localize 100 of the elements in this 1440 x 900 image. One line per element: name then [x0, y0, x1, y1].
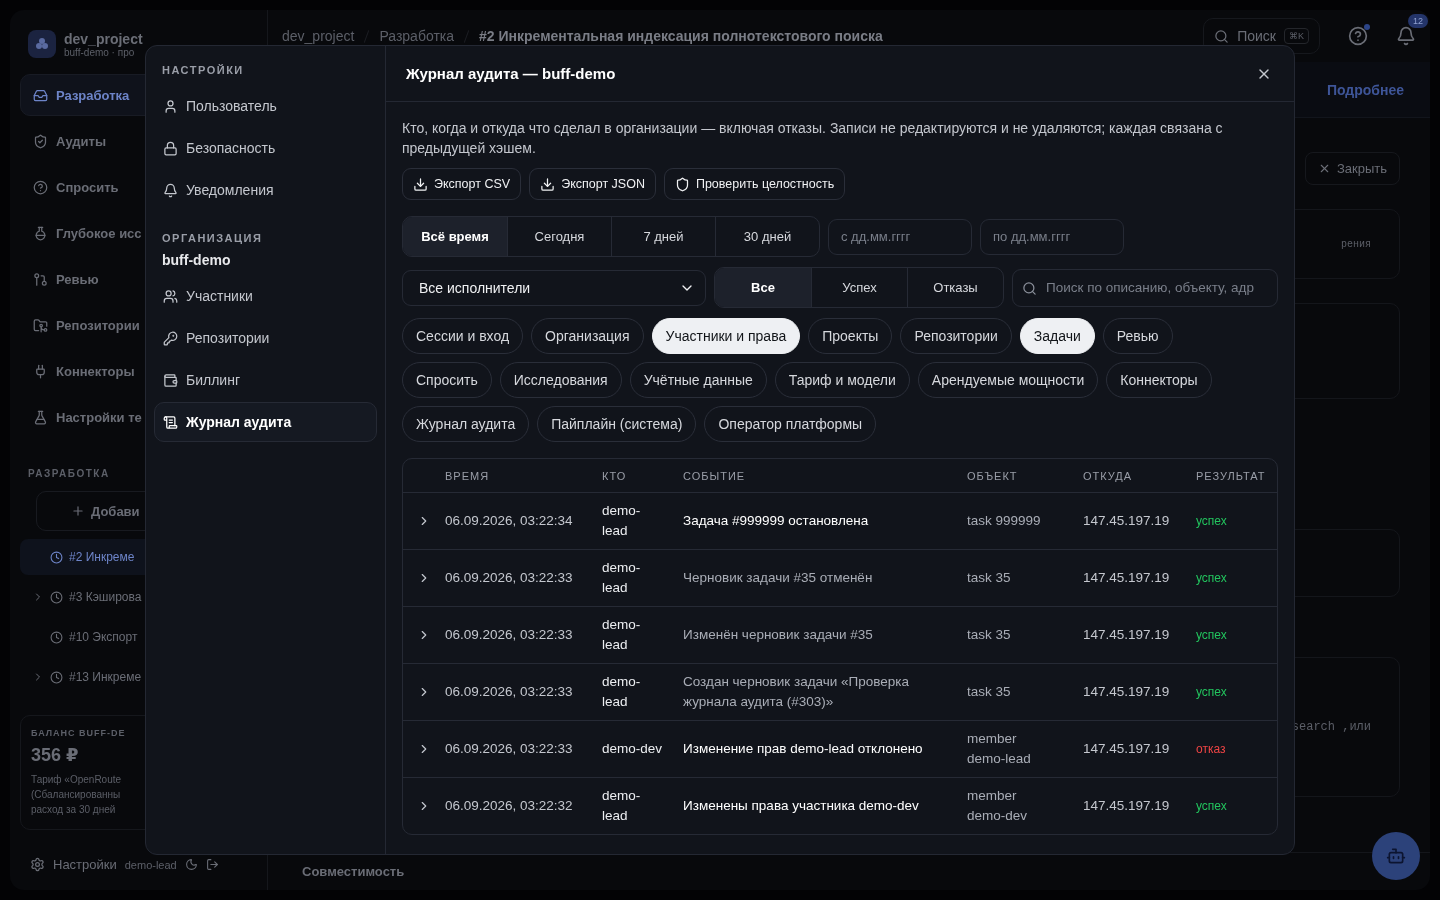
verify-button[interactable]: Проверить целостность	[663, 168, 846, 200]
bottom-tab[interactable]: Совместимость	[302, 864, 405, 879]
status-label: успех	[1196, 799, 1228, 813]
pull-request-icon	[33, 271, 48, 287]
status-label: успех	[1196, 685, 1228, 699]
shield-icon	[33, 133, 48, 149]
category-chip[interactable]: Участники и права	[651, 318, 801, 354]
export-button[interactable]: Экспорт CSV	[402, 168, 522, 200]
table-cell-text: 06.09.2026, 03:22:32	[445, 797, 574, 815]
task-item[interactable]: #13 Инкреме	[20, 659, 257, 695]
table-cell-text: Черновик задачи #35 отменён	[683, 569, 874, 587]
table-cell-text: Задача #999999 остановлена	[683, 512, 870, 530]
date-field[interactable]: с дд.мм.гггг	[828, 218, 972, 255]
balance-amount: 356 ₽	[31, 744, 80, 766]
sidebar-item[interactable]: Репозитории	[154, 318, 377, 358]
result-tab[interactable]: Отказы	[907, 268, 1003, 307]
table-cell-text: 06.09.2026, 03:22:33	[445, 626, 574, 644]
bell-icon	[163, 182, 178, 198]
breadcrumb-item: #2 Инкрементальная индексация полнотекстового поиска	[479, 28, 883, 44]
result-tab[interactable]: Успех	[811, 268, 907, 307]
table-cell-text: task 999999	[967, 512, 1042, 530]
task-item[interactable]: #10 Экспорт	[20, 619, 257, 655]
table-cell-text: 147.45.197.19	[1083, 569, 1171, 587]
actor-select[interactable]: Все исполнители	[402, 269, 706, 306]
sidebar-item[interactable]: Уведомления	[154, 170, 377, 210]
table-cell-text: task 35	[967, 569, 1012, 587]
robot-icon	[1386, 846, 1406, 866]
close-button[interactable]: Закрыть	[1304, 152, 1400, 185]
table-cell-text: 06.09.2026, 03:22:34	[445, 512, 574, 530]
help-icon	[33, 179, 48, 195]
sidebar-item[interactable]: Участники	[154, 276, 377, 316]
column-header: РЕЗУЛЬТАТ	[1196, 469, 1267, 482]
sidebar-item[interactable]: Журнал аудита	[154, 402, 377, 442]
column-header: КТО	[602, 469, 628, 482]
key-icon	[163, 330, 178, 346]
clock-icon	[50, 630, 63, 644]
table-cell-text: 147.45.197.19	[1083, 740, 1171, 758]
table-cell-text: 06.09.2026, 03:22:33	[445, 569, 574, 587]
table-cell-text: Изменение прав demo-lead отклонено	[683, 740, 924, 758]
period-tab[interactable]: Всё время	[403, 217, 507, 256]
period-tab[interactable]: Сегодня	[507, 217, 611, 256]
status-label: успех	[1196, 571, 1228, 585]
sidebar-item[interactable]: Биллинг	[154, 360, 377, 400]
table-cell-text: 147.45.197.19	[1083, 626, 1171, 644]
task-item[interactable]: #3 Кэширова	[20, 579, 257, 615]
result-tab[interactable]: Все	[715, 268, 811, 307]
export-button[interactable]: Экспорт JSON	[529, 168, 656, 200]
user-icon	[163, 98, 178, 114]
lock-icon	[163, 140, 178, 156]
plug-icon	[33, 363, 48, 379]
inbox-icon	[33, 87, 48, 103]
balance-text: (Сбалансированны	[31, 788, 122, 802]
download-icon	[540, 176, 556, 192]
category-chip[interactable]: Задачи	[1019, 318, 1095, 354]
user-name: demo-lead	[124, 858, 177, 871]
moon-icon[interactable]	[184, 858, 198, 871]
search-field[interactable]: Поиск по описанию, объекту, адр	[1012, 268, 1278, 307]
table-cell-text: demo-lead	[602, 502, 642, 540]
period-tab[interactable]: 7 дней	[611, 217, 715, 256]
table-cell-text: member demo-lead	[967, 730, 1032, 768]
bell-icon[interactable]	[1396, 26, 1416, 46]
wallet-icon	[163, 372, 178, 388]
notification-badge: 12	[1408, 14, 1428, 28]
download-icon	[413, 176, 428, 192]
search-icon	[1022, 280, 1037, 296]
logout-icon[interactable]	[205, 858, 219, 871]
flask-icon	[33, 225, 48, 241]
table-cell-text: 06.09.2026, 03:22:33	[445, 683, 574, 701]
flask-icon	[33, 409, 48, 425]
sidebar-item[interactable]: Безопасность	[154, 128, 377, 168]
shield-icon	[674, 176, 690, 192]
help-icon[interactable]	[1346, 24, 1370, 48]
status-label: успех	[1196, 628, 1228, 642]
shortcut-key: ⌘K	[1284, 28, 1309, 44]
scroll-icon	[163, 414, 178, 430]
status-label: успех	[1196, 514, 1228, 528]
table-cell-text: Изменены права участника demo-dev	[683, 797, 920, 815]
table-cell-text: 147.45.197.19	[1083, 683, 1171, 701]
table-cell-text: demo-lead	[602, 673, 642, 711]
balance-title: БАЛАНС BUFF-DE	[31, 728, 127, 738]
clock-icon	[50, 550, 63, 564]
settings-link[interactable]: Настройки	[53, 857, 117, 872]
column-header: ВРЕМЯ	[445, 469, 491, 482]
org-name: buff-demo	[161, 252, 232, 270]
table-cell-text: task 35	[967, 683, 1012, 701]
dialog-title: Журнал аудита — buff-demo	[406, 65, 616, 82]
period-tab[interactable]: 30 дней	[715, 217, 819, 256]
table-cell-text: 147.45.197.19	[1083, 512, 1171, 530]
date-field[interactable]: по дд.мм.гггг	[980, 218, 1124, 255]
table-cell-text: Изменён черновик задачи #35	[683, 626, 874, 644]
settings-icon	[30, 857, 45, 872]
clock-icon	[50, 590, 63, 604]
category-chip[interactable]: Репозитории	[900, 318, 1012, 354]
search-icon	[1214, 28, 1230, 44]
balance-text: расход за 30 дней	[31, 803, 117, 817]
workspace-name: dev_project	[64, 30, 144, 47]
description: Кто, когда и откуда что сделал в организации — включая отказы. Записи не редактируются и не удаляются; каждая связана с предыдущей хэшем.	[402, 119, 1224, 158]
section-title: РАЗРАБОТКА	[27, 467, 111, 481]
users-icon	[163, 288, 178, 304]
table-cell-text: task 35	[967, 626, 1012, 644]
